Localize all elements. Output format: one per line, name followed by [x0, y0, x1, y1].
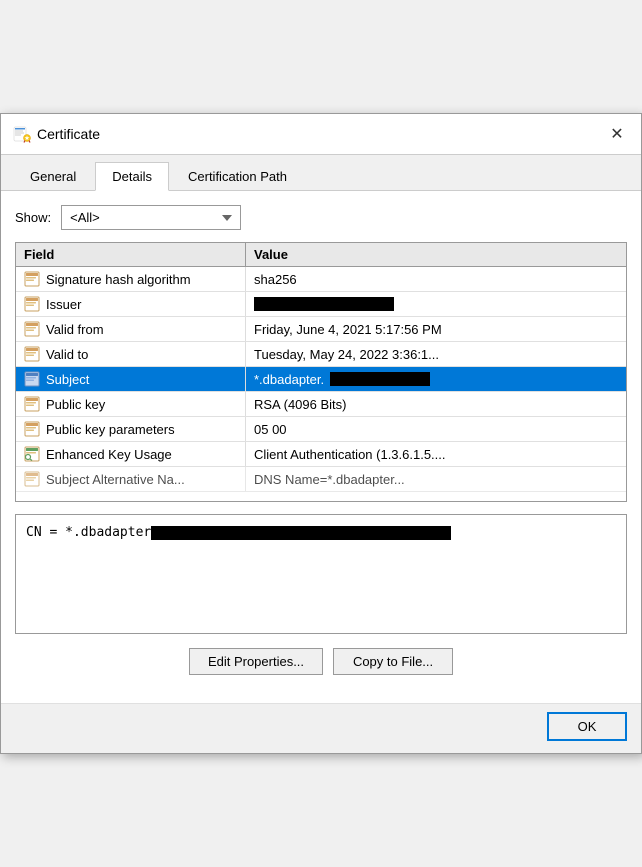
tab-details[interactable]: Details [95, 162, 169, 191]
field-cell: Public key [16, 392, 246, 416]
ok-button[interactable]: OK [547, 712, 627, 741]
show-label: Show: [15, 210, 51, 225]
value-cell: Client Authentication (1.3.6.1.5.... [246, 442, 626, 466]
table-row[interactable]: Public key parameters 05 00 [16, 417, 626, 442]
value-cell: Tuesday, May 24, 2022 3:36:1... [246, 342, 626, 366]
table-row[interactable]: Enhanced Key Usage Client Authentication… [16, 442, 626, 467]
certificate-icon [13, 125, 31, 143]
field-cell: Subject Alternative Na... [16, 467, 246, 491]
copy-to-file-button[interactable]: Copy to File... [333, 648, 453, 675]
table-row-selected[interactable]: Subject *.dbadapter. [16, 367, 626, 392]
field-icon [24, 346, 40, 362]
field-icon [24, 296, 40, 312]
field-icon [24, 321, 40, 337]
detail-redacted [151, 526, 451, 540]
field-header: Field [16, 243, 246, 266]
close-button[interactable]: ✕ [605, 122, 629, 146]
field-icon [24, 371, 40, 387]
table-row[interactable]: Signature hash algorithm sha256 [16, 267, 626, 292]
field-cell: Valid to [16, 342, 246, 366]
tab-bar: General Details Certification Path [1, 155, 641, 191]
certificate-dialog: Certificate ✕ General Details Certificat… [0, 113, 642, 754]
field-icon [24, 471, 40, 487]
show-select[interactable]: <All> Version 1 Fields Only Extensions O… [61, 205, 241, 230]
value-header: Value [246, 243, 626, 266]
ok-row: OK [1, 703, 641, 753]
table-row[interactable]: Valid to Tuesday, May 24, 2022 3:36:1... [16, 342, 626, 367]
details-content: Show: <All> Version 1 Fields Only Extens… [1, 191, 641, 703]
field-cell: Subject [16, 367, 246, 391]
redacted-value [330, 372, 430, 386]
table-row[interactable]: Subject Alternative Na... DNS Name=*.dba… [16, 467, 626, 492]
title-bar: Certificate ✕ [1, 114, 641, 155]
field-cell: Signature hash algorithm [16, 267, 246, 291]
field-icon [24, 421, 40, 437]
redacted-value [254, 297, 394, 311]
table-row[interactable]: Valid from Friday, June 4, 2021 5:17:56 … [16, 317, 626, 342]
tab-general[interactable]: General [13, 162, 93, 191]
field-cell: Issuer [16, 292, 246, 316]
field-cell: Enhanced Key Usage [16, 442, 246, 466]
value-cell: DNS Name=*.dbadapter... [246, 467, 626, 491]
value-cell: Friday, June 4, 2021 5:17:56 PM [246, 317, 626, 341]
value-cell: RSA (4096 Bits) [246, 392, 626, 416]
window-title: Certificate [37, 126, 100, 142]
field-icon [24, 271, 40, 287]
tab-certpath[interactable]: Certification Path [171, 162, 304, 191]
table-row[interactable]: Public key RSA (4096 Bits) [16, 392, 626, 417]
value-cell: *.dbadapter. [246, 367, 626, 391]
edit-properties-button[interactable]: Edit Properties... [189, 648, 323, 675]
show-row: Show: <All> Version 1 Fields Only Extens… [15, 205, 627, 230]
title-bar-left: Certificate [13, 125, 100, 143]
field-icon [24, 396, 40, 412]
value-cell [246, 292, 626, 316]
field-cell: Public key parameters [16, 417, 246, 441]
fields-table: Field Value Signature hash algorithm sha… [15, 242, 627, 502]
action-buttons: Edit Properties... Copy to File... [15, 648, 627, 675]
field-cell: Valid from [16, 317, 246, 341]
field-icon-enhanced [24, 446, 40, 462]
table-row[interactable]: Issuer [16, 292, 626, 317]
value-cell: 05 00 [246, 417, 626, 441]
detail-box: CN = *.dbadapter [15, 514, 627, 634]
value-cell: sha256 [246, 267, 626, 291]
table-header: Field Value [16, 243, 626, 267]
